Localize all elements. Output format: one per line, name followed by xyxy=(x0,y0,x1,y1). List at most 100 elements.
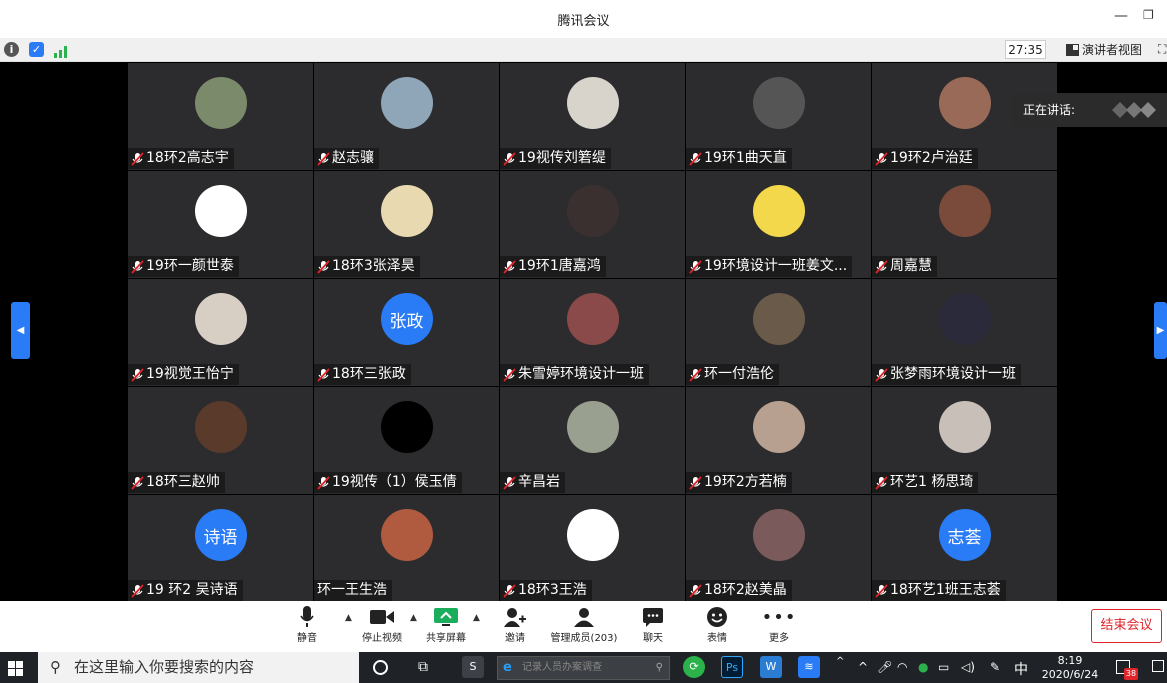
ie-address-text: 记录人员办案调查 xyxy=(522,662,602,673)
tray-volume-icon[interactable]: ◁) xyxy=(961,660,975,674)
photoshop-icon[interactable]: Ps xyxy=(721,656,743,678)
tray-mic-icon[interactable]: 🎤︎ xyxy=(877,660,892,674)
participant-name-tag: 19视传（1）侯玉倩 xyxy=(314,472,462,493)
participant-name: 环一付浩伦 xyxy=(704,366,774,382)
participant-avatar xyxy=(752,293,805,345)
participant-name: 18环2赵美晶 xyxy=(704,582,787,598)
participant-name-tag: 19环2卢治廷 xyxy=(872,148,978,169)
participant-tile[interactable]: 朱雪婷环境设计一班 xyxy=(500,279,685,386)
meeting-info-bar: i ✓ 27:35 演讲者视图 ⛶ xyxy=(0,38,1167,62)
info-icon[interactable]: i xyxy=(4,42,19,57)
tray-expand-icon[interactable]: ^ xyxy=(836,656,844,667)
muted-microphone-icon xyxy=(875,259,888,274)
participant-tile[interactable]: 环艺1 杨思琦 xyxy=(872,387,1057,494)
muted-microphone-icon xyxy=(875,151,888,166)
muted-microphone-icon xyxy=(689,151,702,166)
share-screen-button[interactable]: 共享屏幕 xyxy=(422,605,470,644)
stop-video-button[interactable]: 停止视频 xyxy=(358,605,406,644)
tray-network-icon[interactable]: ◠ xyxy=(897,660,907,674)
participant-name: 19视觉王怡宁 xyxy=(146,366,234,382)
task-view-icon[interactable]: ⧉ xyxy=(418,659,428,675)
emoji-button[interactable]: 表情 xyxy=(702,605,732,644)
participant-avatar xyxy=(752,77,805,129)
participant-name-tag: 18环3张泽昊 xyxy=(314,256,420,277)
tray-security-icon[interactable]: ● xyxy=(918,660,928,674)
participant-tile[interactable]: 19环2方若楠 xyxy=(686,387,871,494)
more-button[interactable]: ••• 更多 xyxy=(762,605,796,645)
participant-avatar xyxy=(752,185,805,237)
manage-members-button[interactable]: 管理成员(203) xyxy=(548,605,620,644)
participant-name: 19视传（1）侯玉倩 xyxy=(332,474,457,490)
word-icon[interactable]: W xyxy=(760,656,782,678)
mute-label: 静音 xyxy=(297,633,317,644)
tencent-meeting-taskbar-icon[interactable]: S xyxy=(462,656,484,678)
muted-microphone-icon xyxy=(689,259,702,274)
participant-tile[interactable]: 诗语 19 环2 吴诗语 xyxy=(128,495,313,602)
participant-tile[interactable]: 19环境设计一班姜文... xyxy=(686,171,871,278)
participant-tile[interactable]: 辛昌岩 xyxy=(500,387,685,494)
participant-name: 环一王生浩 xyxy=(317,582,387,598)
participant-tile[interactable]: 19视传刘箬缇 xyxy=(500,63,685,170)
participant-name-tag: 19环2方若楠 xyxy=(686,472,792,493)
tray-clock[interactable]: 8:19 2020/6/24 xyxy=(1038,654,1102,682)
ie-address-box[interactable]: e 记录人员办案调查 ⚲ xyxy=(497,656,670,680)
members-icon xyxy=(548,605,620,629)
participant-tile[interactable]: 赵志骧 xyxy=(314,63,499,170)
browser-360-icon[interactable]: ⟳ xyxy=(683,656,705,678)
participant-tile[interactable]: 张梦雨环境设计一班 xyxy=(872,279,1057,386)
minimize-button[interactable]: — xyxy=(1114,8,1128,24)
participant-name-tag: 19环1曲天直 xyxy=(686,148,792,169)
title-bar: 腾讯会议 — ❐ xyxy=(0,0,1167,38)
participant-tile[interactable]: 19视觉王怡宁 xyxy=(128,279,313,386)
show-desktop-icon[interactable] xyxy=(1152,660,1164,672)
participant-tile[interactable]: 周嘉慧 xyxy=(872,171,1057,278)
next-page-arrow[interactable]: ▶ xyxy=(1154,302,1167,359)
video-options-caret[interactable]: ▲ xyxy=(410,613,417,623)
participant-tile[interactable]: 18环2高志宇 xyxy=(128,63,313,170)
share-options-caret[interactable]: ▲ xyxy=(473,613,480,623)
participant-tile[interactable]: 张政 18环三张政 xyxy=(314,279,499,386)
participant-tile[interactable]: 18环3张泽昊 xyxy=(314,171,499,278)
participant-name-tag: 赵志骧 xyxy=(314,148,379,169)
chat-button[interactable]: 聊天 xyxy=(638,605,668,644)
fullscreen-icon[interactable]: ⛶ xyxy=(1158,42,1166,57)
participant-avatar xyxy=(566,509,619,561)
tray-ime-indicator[interactable]: 中 xyxy=(1014,659,1028,679)
end-meeting-button[interactable]: 结束会议 xyxy=(1091,609,1162,643)
tray-battery-icon[interactable]: ▭ xyxy=(938,660,949,674)
tray-pen-icon[interactable]: ✎ xyxy=(990,660,1000,674)
participant-avatar xyxy=(752,509,805,561)
participant-tile[interactable]: 18环3王浩 xyxy=(500,495,685,602)
participant-name-tag: 辛昌岩 xyxy=(500,472,565,493)
shield-icon[interactable]: ✓ xyxy=(29,42,44,57)
participant-tile[interactable]: 环一王生浩 xyxy=(314,495,499,602)
windows-start-icon[interactable] xyxy=(8,661,23,680)
prev-page-arrow[interactable]: ◀ xyxy=(11,302,30,359)
speaker-view-button[interactable]: 演讲者视图 xyxy=(1066,41,1142,58)
tray-chevron-icon[interactable]: ^ xyxy=(858,660,868,674)
participant-tile[interactable]: 19环1唐嘉鸿 xyxy=(500,171,685,278)
participant-name: 周嘉慧 xyxy=(890,258,932,274)
mute-button[interactable]: 静音 xyxy=(290,605,324,644)
participant-tile[interactable]: 19环一颜世泰 xyxy=(128,171,313,278)
participant-tile[interactable]: 19环1曲天直 xyxy=(686,63,871,170)
restore-button[interactable]: ❐ xyxy=(1143,8,1154,22)
participant-tile[interactable]: 18环三赵帅 xyxy=(128,387,313,494)
tencent-meeting-active-icon[interactable]: ≋ xyxy=(798,656,820,678)
speaker-view-icon xyxy=(1066,43,1079,56)
participant-avatar xyxy=(752,401,805,453)
participant-name-tag: 19视觉王怡宁 xyxy=(128,364,239,385)
participant-tile[interactable]: 19视传（1）侯玉倩 xyxy=(314,387,499,494)
invite-button[interactable]: 邀请 xyxy=(498,605,532,644)
muted-microphone-icon xyxy=(317,151,330,166)
muted-microphone-icon xyxy=(689,583,702,598)
mute-options-caret[interactable]: ▲ xyxy=(345,613,352,623)
cortana-circle-icon[interactable] xyxy=(373,660,388,675)
participant-tile[interactable]: 18环2赵美晶 xyxy=(686,495,871,602)
participant-tile[interactable]: 志荟 18环艺1班王志荟 xyxy=(872,495,1057,602)
participant-tile[interactable]: 环一付浩伦 xyxy=(686,279,871,386)
taskbar-search-box[interactable]: ⚲ 在这里输入你要搜索的内容 xyxy=(38,652,359,683)
speaking-wave-icon xyxy=(1112,102,1156,118)
signal-icon[interactable] xyxy=(54,43,68,58)
participant-avatar xyxy=(566,185,619,237)
